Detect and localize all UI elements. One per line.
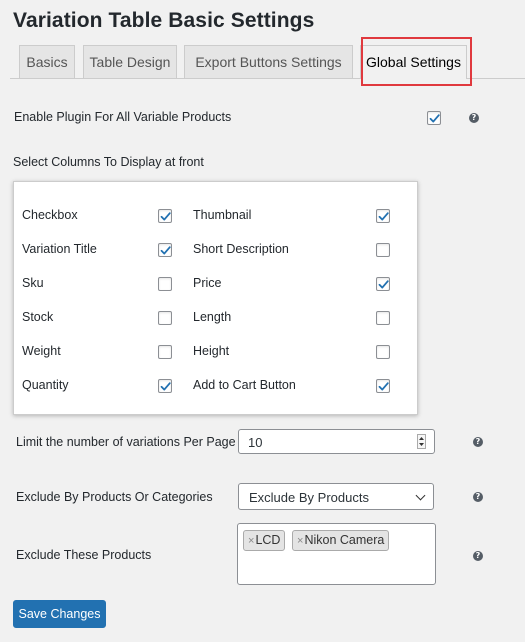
checkmark-icon: [160, 382, 171, 391]
limit-label: Limit the number of variations Per Page: [16, 435, 236, 449]
column-checkbox-price[interactable]: [376, 277, 390, 291]
chevron-down-icon: [415, 490, 426, 501]
column-checkbox-variation-title[interactable]: [158, 243, 172, 257]
column-label-variation-title: Variation Title: [22, 242, 97, 256]
help-icon[interactable]: ?: [469, 113, 479, 123]
exclude-by-selected-value: Exclude By Products: [249, 490, 369, 505]
column-checkbox-short-description[interactable]: [376, 243, 390, 257]
column-checkbox-quantity[interactable]: [158, 379, 172, 393]
column-label-short-description: Short Description: [193, 242, 289, 256]
checkmark-icon: [378, 382, 389, 391]
chip-nikon-camera: ×Nikon Camera: [292, 530, 390, 551]
tab-export-buttons-settings[interactable]: Export Buttons Settings: [184, 45, 353, 78]
column-label-price: Price: [193, 276, 222, 290]
help-icon[interactable]: ?: [473, 437, 483, 447]
column-checkbox-weight[interactable]: [158, 345, 172, 359]
help-icon[interactable]: ?: [473, 551, 483, 561]
column-label-checkbox: Checkbox: [22, 208, 78, 222]
column-checkbox-add-to-cart-button[interactable]: [376, 379, 390, 393]
column-checkbox-length[interactable]: [376, 311, 390, 325]
column-label-length: Length: [193, 310, 232, 324]
column-checkbox-thumbnail[interactable]: [376, 209, 390, 223]
checkmark-icon: [378, 212, 389, 221]
checkmark-icon: [378, 280, 389, 289]
column-checkbox-height[interactable]: [376, 345, 390, 359]
checkmark-icon: [160, 212, 171, 221]
spinner-arrows-icon[interactable]: [417, 434, 426, 449]
column-checkbox-stock[interactable]: [158, 311, 172, 325]
tab-table-design[interactable]: Table Design: [83, 45, 177, 78]
column-label-weight: Weight: [22, 344, 61, 358]
column-label-thumbnail: Thumbnail: [193, 208, 252, 222]
exclude-products-multiselect[interactable]: ×LCD ×Nikon Camera: [237, 523, 436, 585]
limit-value: 10: [248, 435, 263, 450]
chip-label: LCD: [255, 533, 281, 547]
chip-label: Nikon Camera: [304, 533, 385, 547]
column-label-quantity: Quantity: [22, 378, 69, 392]
exclude-by-select[interactable]: Exclude By Products: [238, 483, 434, 510]
limit-input[interactable]: 10: [238, 429, 435, 454]
chip-remove-icon[interactable]: ×: [248, 535, 254, 547]
column-label-add-to-cart-button: Add to Cart Button: [193, 378, 296, 392]
column-label-height: Height: [193, 344, 230, 358]
columns-section-label: Select Columns To Display at front: [13, 155, 204, 169]
exclude-by-label: Exclude By Products Or Categories: [16, 490, 213, 504]
chip-lcd: ×LCD: [243, 530, 286, 551]
exclude-products-label: Exclude These Products: [16, 548, 152, 562]
column-checkbox-sku[interactable]: [158, 277, 172, 291]
save-changes-button[interactable]: Save Changes: [13, 600, 106, 628]
column-label-stock: Stock: [22, 310, 54, 324]
tab-basics[interactable]: Basics: [19, 45, 75, 78]
help-icon[interactable]: ?: [473, 492, 483, 502]
checkmark-icon: [429, 114, 440, 123]
enable-all-checkbox[interactable]: [427, 111, 441, 125]
chip-remove-icon[interactable]: ×: [297, 535, 303, 547]
page-title: Variation Table Basic Settings: [13, 9, 315, 32]
tab-global-settings[interactable]: Global Settings: [360, 45, 467, 79]
checkmark-icon: [160, 246, 171, 255]
column-checkbox-checkbox[interactable]: [158, 209, 172, 223]
column-label-sku: Sku: [22, 276, 44, 290]
enable-all-label: Enable Plugin For All Variable Products: [14, 110, 232, 124]
columns-box: Checkbox Thumbnail Variation Title Short…: [13, 181, 418, 415]
